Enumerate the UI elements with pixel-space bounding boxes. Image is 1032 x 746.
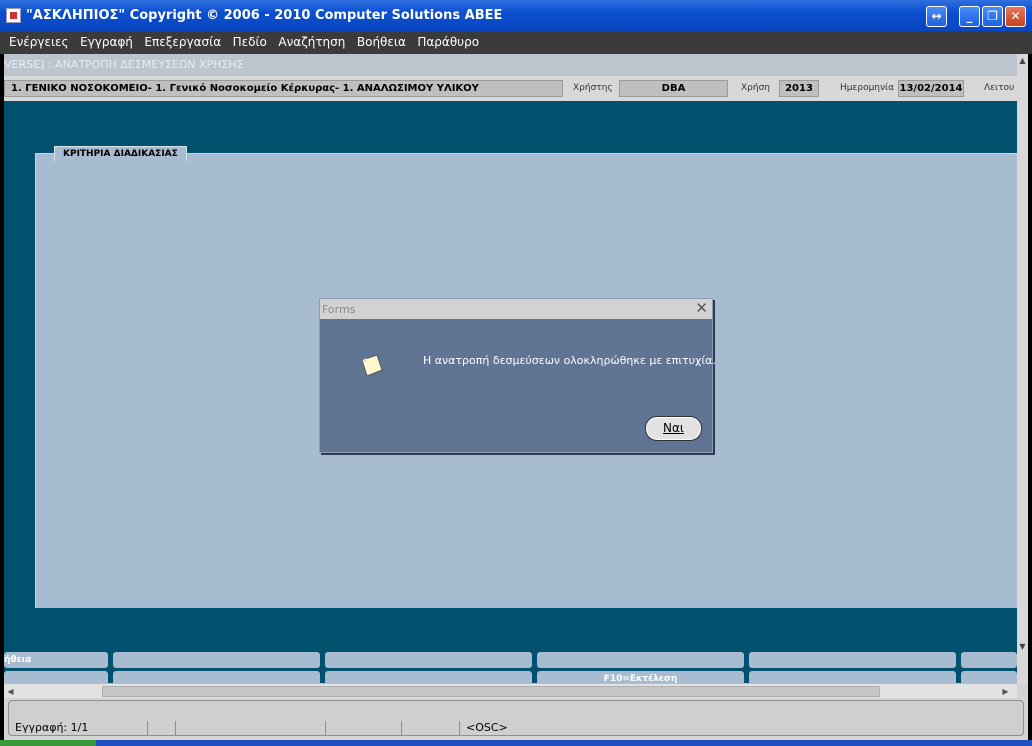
dialog-message: Η ανατροπή δεσμεύσεων ολοκληρώθηκε με επ… — [423, 354, 716, 367]
fkey-slot[interactable] — [961, 652, 1017, 668]
close-button[interactable]: ✕ — [1005, 6, 1026, 27]
status-segment — [176, 721, 326, 736]
fkey-slot[interactable] — [113, 652, 320, 668]
start-button[interactable] — [0, 740, 96, 746]
fkey-slot[interactable] — [537, 652, 744, 668]
status-segment — [402, 721, 460, 736]
mode-label: Λειτου — [984, 83, 1015, 93]
horizontal-scrollbar[interactable]: ◀ ▶ — [4, 683, 1017, 698]
scroll-down-icon[interactable]: ▼ — [1017, 642, 1028, 654]
scroll-right-icon[interactable]: ▶ — [999, 685, 1012, 698]
menu-field[interactable]: Πεδίο — [233, 31, 267, 49]
vertical-scrollbar[interactable]: ▲ ▼ — [1017, 54, 1028, 684]
scroll-left-icon[interactable]: ◀ — [4, 685, 17, 698]
status-bar-frame: Εγγραφή: 1/1 <OSC> — [8, 700, 1024, 736]
restore-button[interactable]: ❐ — [982, 6, 1003, 27]
note-icon — [361, 354, 383, 377]
status-bar: Εγγραφή: 1/1 <OSC> — [4, 698, 1028, 740]
year-label: Χρήση — [741, 83, 770, 93]
info-bar: 1. ΓΕΝΙΚΟ ΝΟΣΟΚΟΜΕΙΟ- 1. Γενικό Νοσοκομε… — [4, 76, 1017, 101]
fkey-slot[interactable] — [325, 652, 532, 668]
resize-button[interactable]: ↔ — [926, 6, 947, 27]
form-status-line: VERSE] : ΑΝΑΤΡΟΠΗ ΔΕΣΜΕΥΣΕΩΝ ΧΡΗΣΗΣ — [4, 54, 1017, 76]
menu-bar: Ενέργειες Εγγραφή Επεξεργασία Πεδίο Αναζ… — [0, 31, 1032, 54]
date-label: Ημερομηνία — [840, 83, 895, 93]
osc-indicator: <OSC> — [466, 721, 508, 734]
menu-help[interactable]: Βοήθεια — [357, 31, 406, 49]
dialog-title-bar: Forms ✕ — [320, 299, 712, 319]
menu-search[interactable]: Αναζήτηση — [278, 31, 345, 49]
fkey-slot[interactable] — [749, 652, 956, 668]
horizontal-scroll-thumb[interactable] — [102, 686, 880, 697]
criteria-tab: ΚΡΙΤΗΡΙΑ ΔΙΑΔΙΚΑΣΙΑΣ — [54, 146, 187, 161]
minimize-button[interactable]: _ — [959, 6, 980, 27]
menu-record[interactable]: Εγγραφή — [80, 31, 133, 49]
record-counter: Εγγραφή: 1/1 — [9, 721, 148, 736]
status-segment — [148, 721, 176, 736]
ok-button-label: Ναι — [663, 421, 684, 435]
title-bar: "ΑΣΚΛΗΠΙΟΣ" Copyright © 2006 - 2010 Comp… — [0, 0, 1032, 31]
menu-window[interactable]: Παράθυρο — [417, 31, 479, 49]
menu-actions[interactable]: Ενέργειες — [9, 31, 69, 49]
status-segment — [326, 721, 402, 736]
function-keys-area: ήθεια F10=Εκτέλεση — [4, 646, 1017, 688]
user-field: DBA — [619, 80, 728, 97]
user-label: Χρήστης — [573, 83, 613, 93]
scroll-up-icon[interactable]: ▲ — [1017, 56, 1028, 68]
forms-dialog: Forms ✕ Η ανατροπή δεσμεύσεων ολοκληρώθη… — [319, 298, 716, 453]
fkey-help[interactable]: ήθεια — [4, 652, 108, 668]
dialog-title: Forms — [322, 303, 356, 316]
organization-field: 1. ΓΕΝΙΚΟ ΝΟΣΟΚΟΜΕΙΟ- 1. Γενικό Νοσοκομε… — [4, 80, 563, 97]
dialog-close-icon[interactable]: ✕ — [695, 300, 708, 317]
taskbar — [0, 740, 1032, 746]
ok-button[interactable]: Ναι — [645, 416, 702, 441]
year-field: 2013 — [779, 80, 819, 97]
form-title: VERSE] : ΑΝΑΤΡΟΠΗ ΔΕΣΜΕΥΣΕΩΝ ΧΡΗΣΗΣ — [4, 58, 244, 71]
window-title: "ΑΣΚΛΗΠΙΟΣ" Copyright © 2006 - 2010 Comp… — [26, 8, 503, 23]
menu-edit[interactable]: Επεξεργασία — [144, 31, 221, 49]
date-field: 13/02/2014 — [898, 80, 964, 97]
app-icon[interactable] — [6, 8, 21, 23]
